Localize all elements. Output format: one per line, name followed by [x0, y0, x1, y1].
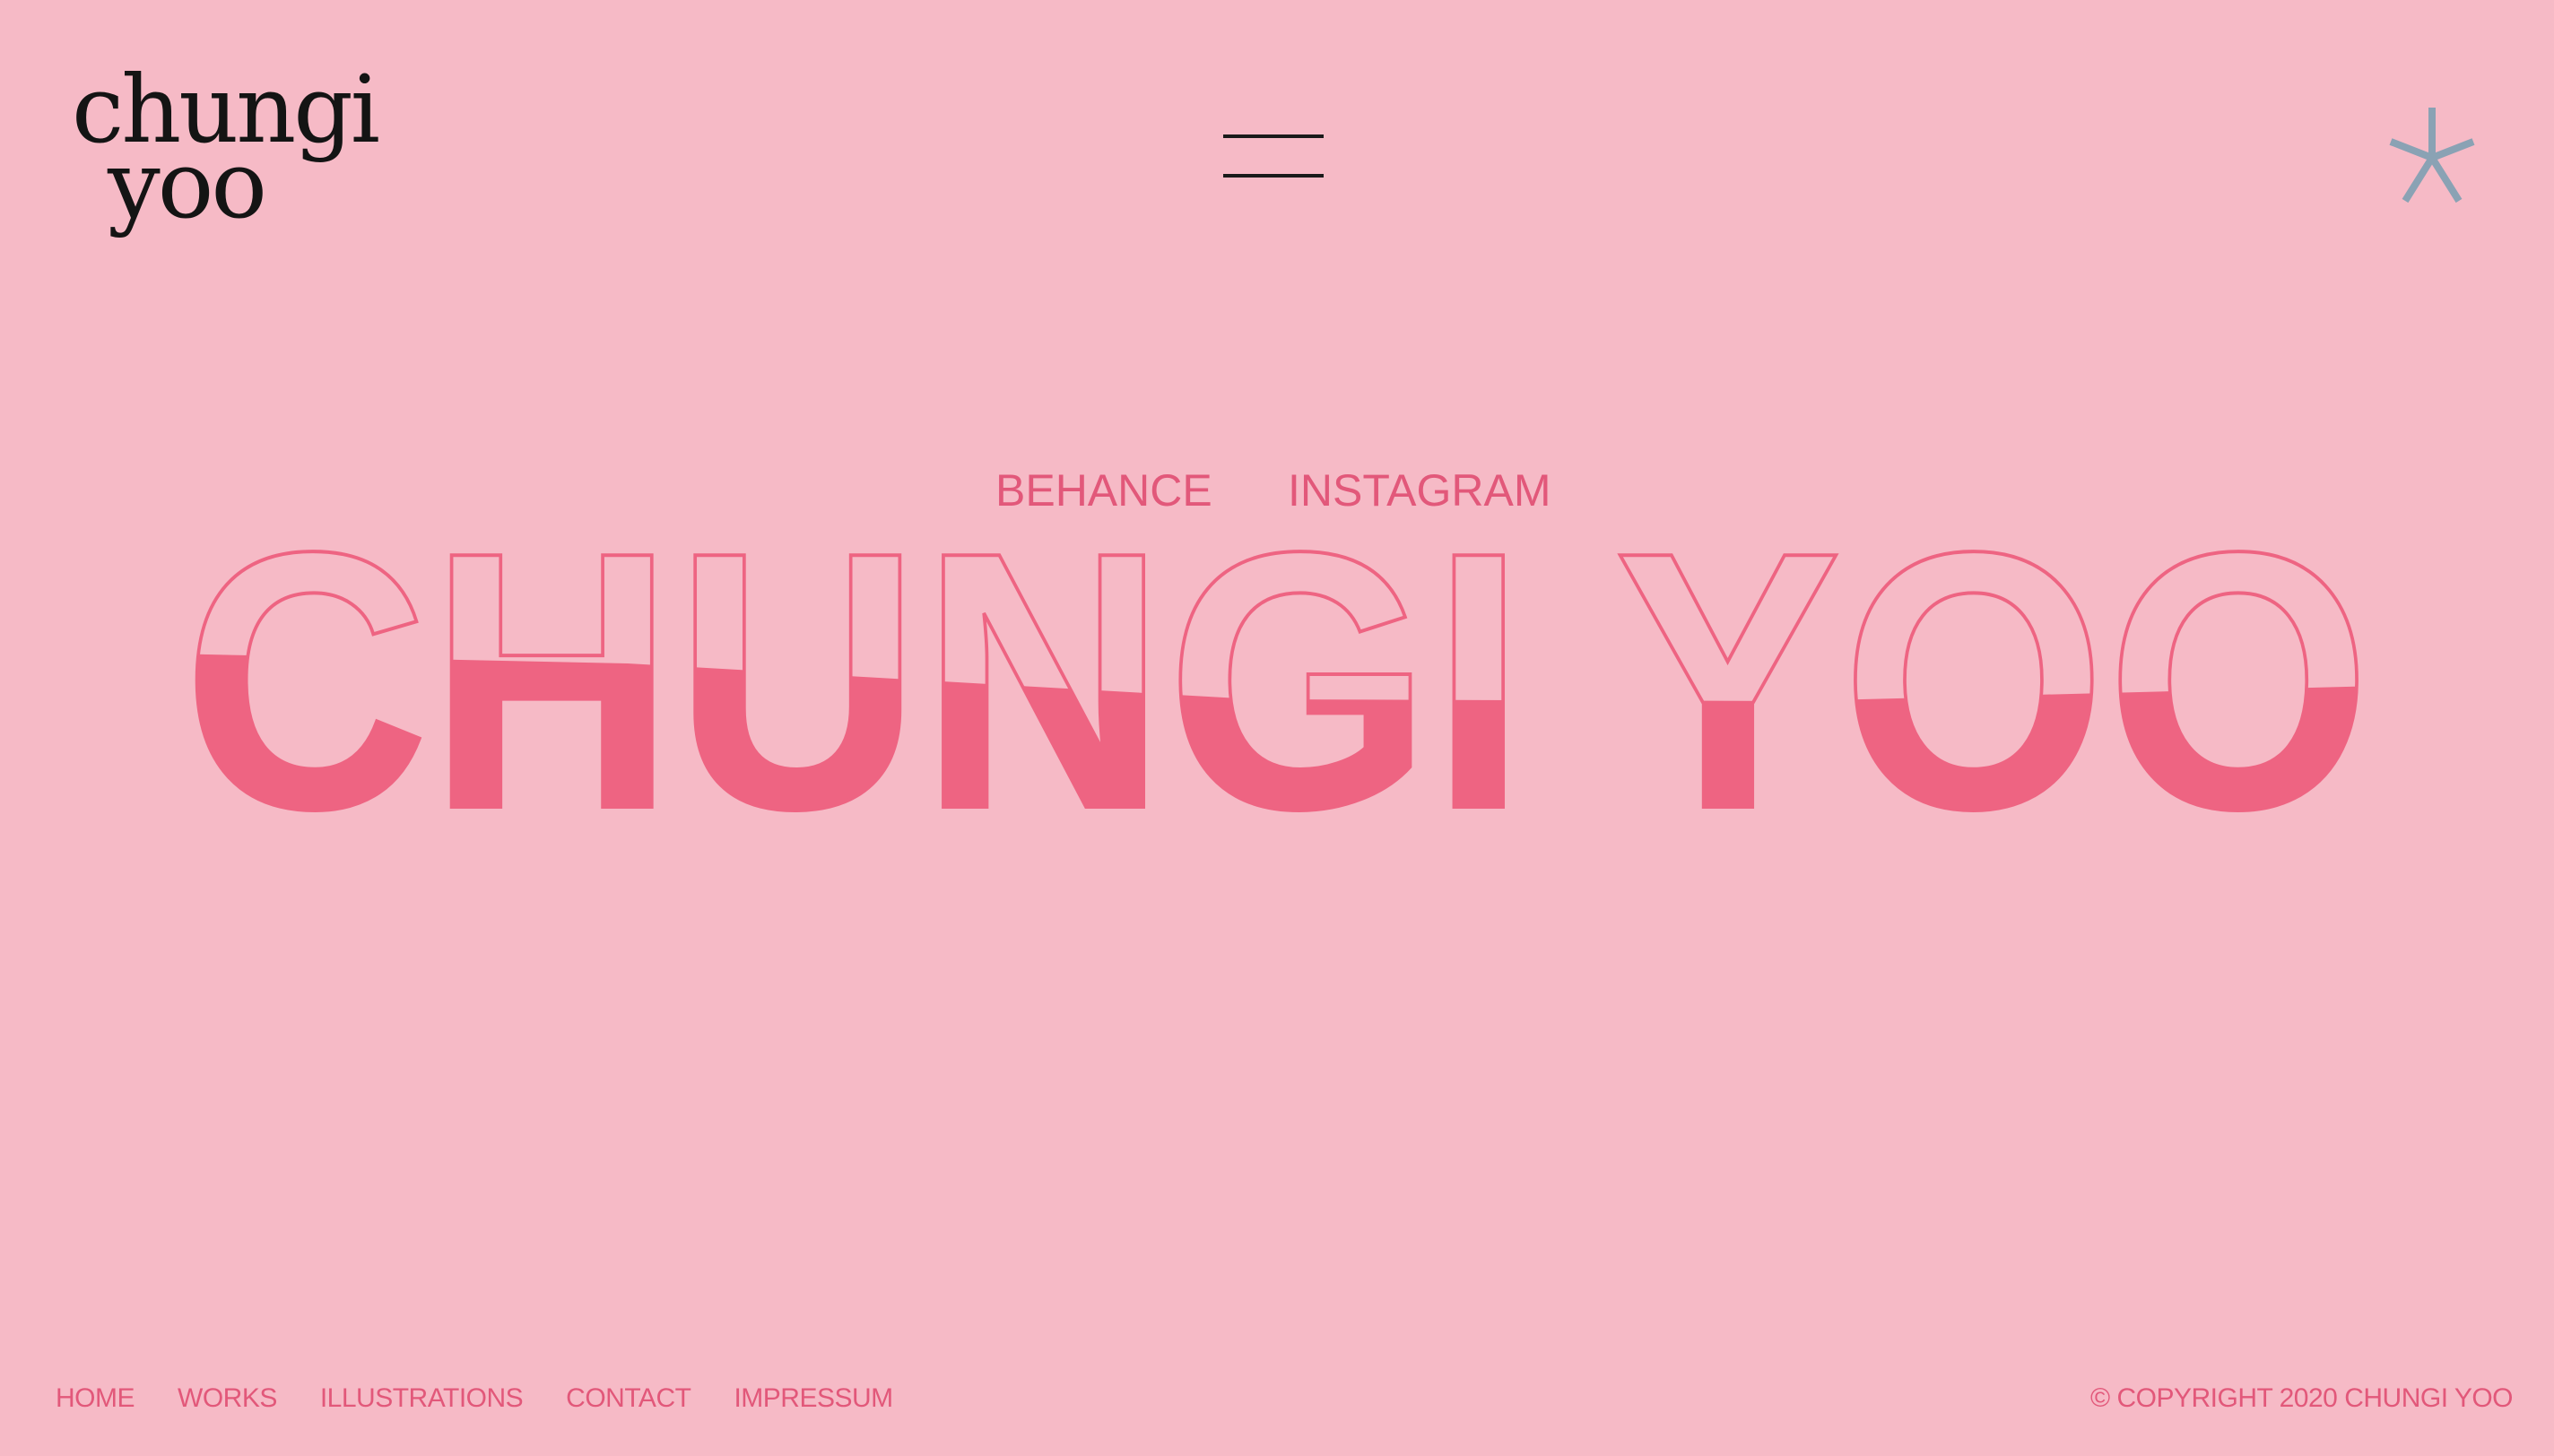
logo[interactable]: chungi yoo: [72, 63, 380, 242]
menu-button[interactable]: [1220, 126, 1327, 183]
asterisk-icon[interactable]: [2385, 108, 2479, 206]
copyright: © COPYRIGHT 2020 CHUNGI YOO: [2090, 1383, 2513, 1413]
logo-line-2: yoo: [108, 130, 267, 239]
footer-link-contact[interactable]: CONTACT: [566, 1379, 691, 1418]
footer-link-illustrations[interactable]: ILLUSTRATIONS: [320, 1379, 524, 1418]
footer-link-impressum[interactable]: IMPRESSUM: [734, 1379, 893, 1418]
footer-link-home[interactable]: HOME: [56, 1379, 135, 1418]
footer-link-works[interactable]: WORKS: [178, 1379, 277, 1418]
footer-nav: HOME WORKS ILLUSTRATIONS CONTACT IMPRESS…: [56, 1379, 936, 1418]
hamburger-icon: [1223, 134, 1324, 138]
hero-title-outline: CHUNGI YOO: [183, 502, 2371, 885]
hamburger-icon-bar: [1223, 174, 1324, 178]
hero-title: CHUNGI YOO CHUNGI YOO: [0, 502, 2554, 914]
